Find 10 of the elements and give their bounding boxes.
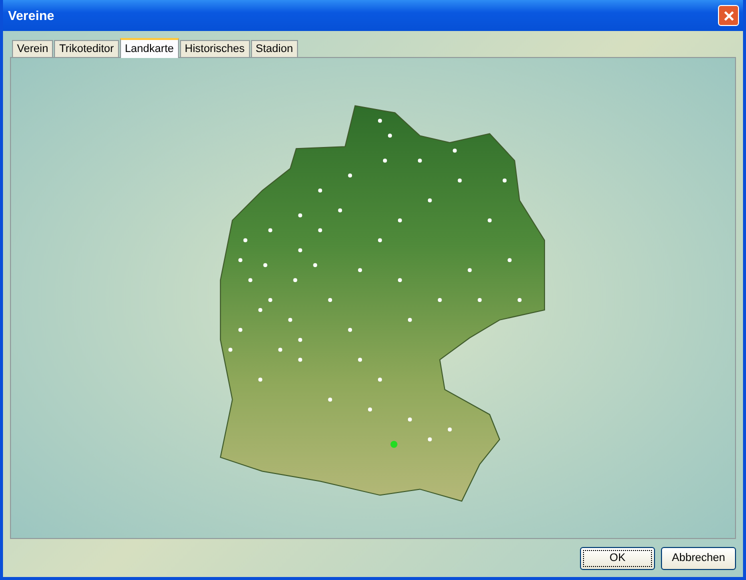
window-title: Vereine [8, 8, 54, 23]
tab[interactable]: Landkarte [120, 38, 179, 58]
dialog-button[interactable]: Abbrechen [661, 546, 736, 570]
close-button[interactable] [718, 5, 739, 26]
tab[interactable]: Stadion [250, 40, 298, 57]
close-icon [722, 10, 734, 22]
tab[interactable]: Trikoteditor [54, 40, 119, 57]
tab[interactable]: Historisches [180, 40, 250, 57]
dialog-button[interactable]: OK [580, 546, 655, 570]
tab[interactable]: Verein [12, 40, 54, 57]
